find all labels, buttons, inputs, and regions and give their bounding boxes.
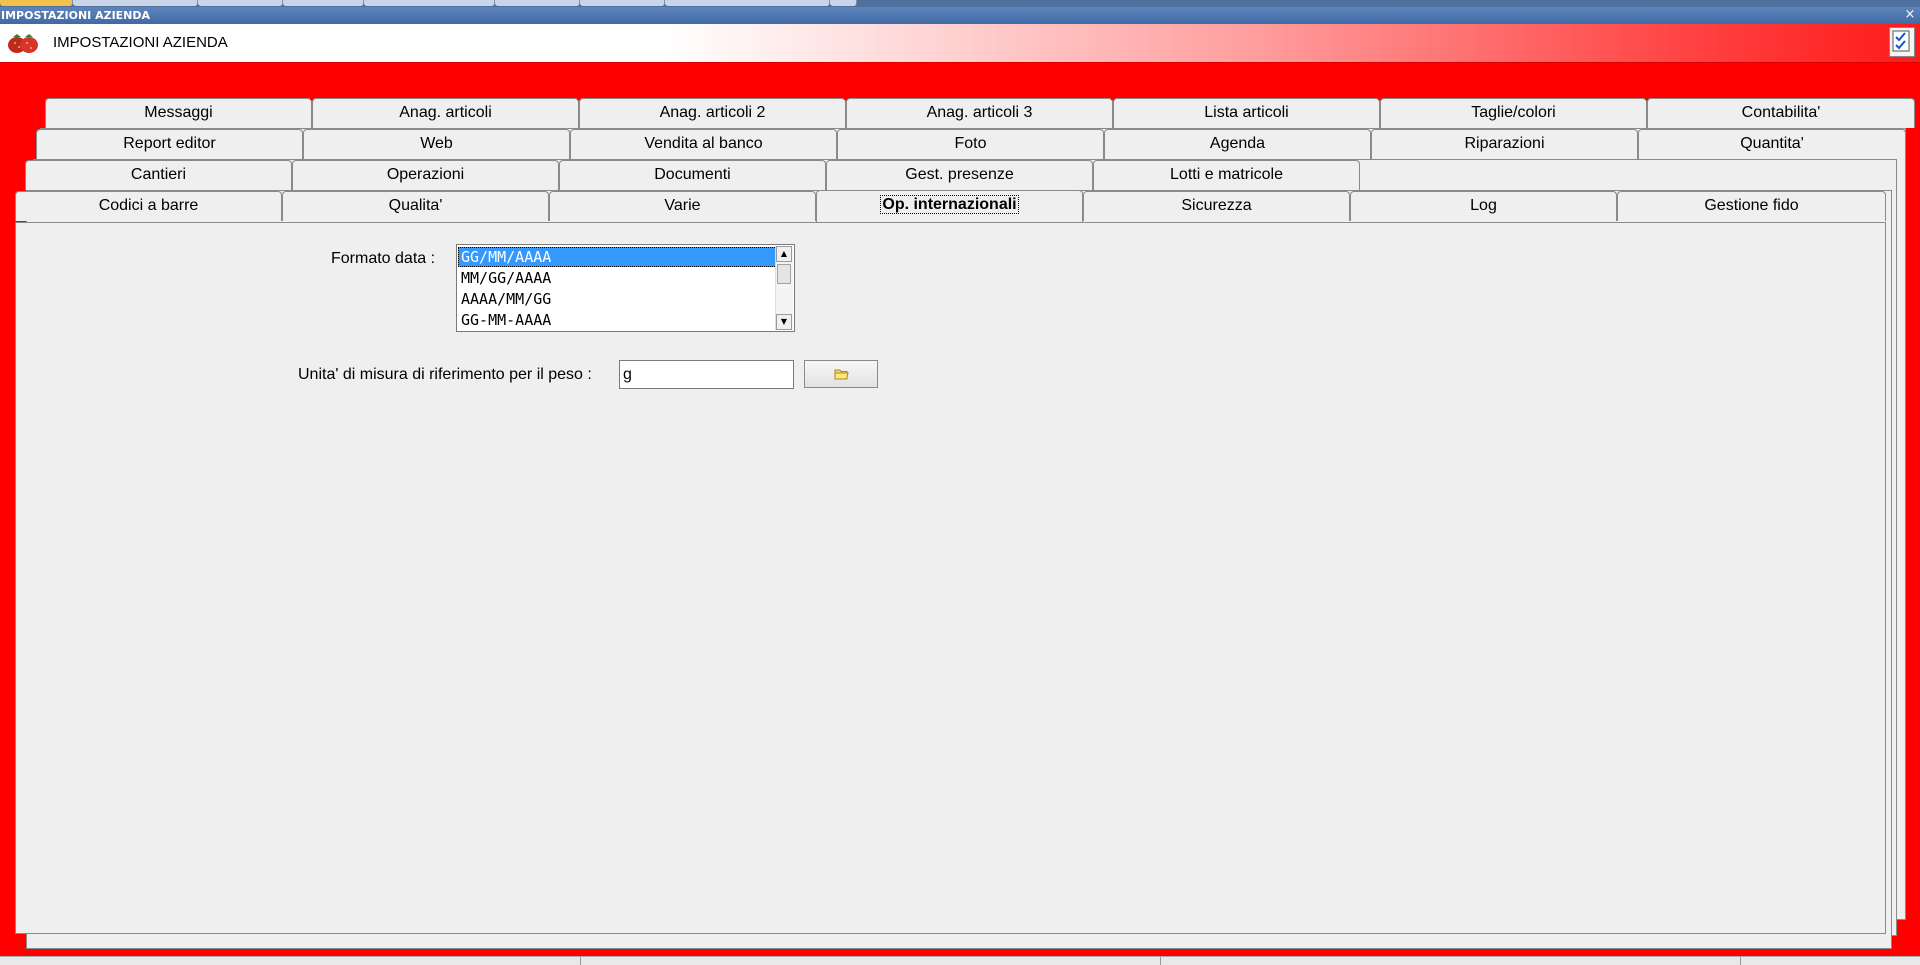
weight-unit-browse-button[interactable] — [804, 360, 878, 388]
os-tab[interactable] — [665, 0, 830, 6]
date-format-option[interactable]: GG/MM/AAAA — [458, 247, 779, 267]
close-icon[interactable]: × — [1903, 7, 1917, 23]
os-tab-strip — [0, 0, 1920, 7]
tab-codici-a-barre[interactable]: Codici a barre — [15, 191, 282, 221]
os-tab[interactable] — [580, 0, 665, 6]
tab-op-internazionali[interactable]: Op. internazionali — [816, 190, 1083, 222]
tab-gestione-fido[interactable]: Gestione fido — [1617, 191, 1886, 221]
tab-riparazioni[interactable]: Riparazioni — [1371, 129, 1638, 159]
scroll-down-icon[interactable]: ▼ — [776, 314, 792, 330]
tab-anag-articoli-2[interactable]: Anag. articoli 2 — [577, 97, 846, 128]
tab-taglie-colori[interactable]: Taglie/colori — [1378, 97, 1647, 128]
scrollbar-thumb[interactable] — [777, 264, 791, 284]
tab-agenda[interactable]: Agenda — [1104, 129, 1371, 159]
listbox-scrollbar[interactable]: ▲ ▼ — [775, 246, 793, 330]
tab-varie[interactable]: Varie — [549, 191, 816, 221]
tab-lista-articoli[interactable]: Lista articoli — [1111, 97, 1380, 128]
tab-contabilita[interactable]: Contabilita' — [1645, 97, 1915, 128]
date-format-option[interactable]: AAAA/MM/GG — [458, 289, 779, 309]
page-title: IMPOSTAZIONI AZIENDA — [53, 34, 228, 51]
window-title: IMPOSTAZIONI AZIENDA — [1, 9, 151, 22]
tab-lotti-e-matricole[interactable]: Lotti e matricole — [1093, 160, 1360, 190]
os-tab[interactable] — [198, 0, 283, 6]
tab-gest-presenze[interactable]: Gest. presenze — [826, 160, 1093, 190]
tab-log[interactable]: Log — [1350, 191, 1617, 221]
tab-vendita-al-banco[interactable]: Vendita al banco — [570, 129, 837, 159]
date-format-option[interactable]: GG-MM-AAAA — [458, 310, 779, 330]
app-header: IMPOSTAZIONI AZIENDA — [0, 24, 1920, 63]
tab-documenti[interactable]: Documenti — [559, 160, 826, 190]
tab-content-op-internazionali — [15, 222, 1886, 934]
os-tab[interactable] — [495, 0, 580, 6]
tab-qualita[interactable]: Qualita' — [282, 191, 549, 221]
date-format-listbox[interactable]: GG/MM/AAAA MM/GG/AAAA AAAA/MM/GG GG-MM-A… — [456, 244, 795, 332]
weight-unit-label: Unita' di misura di riferimento per il p… — [298, 366, 592, 383]
strawberry-icon — [8, 34, 38, 53]
os-tab[interactable] — [283, 0, 364, 6]
tab-web[interactable]: Web — [303, 129, 570, 159]
os-tab[interactable] — [0, 0, 73, 6]
weight-unit-input[interactable] — [619, 360, 794, 389]
scroll-up-icon[interactable]: ▲ — [776, 246, 792, 262]
tab-report-editor[interactable]: Report editor — [36, 129, 303, 159]
os-tab[interactable] — [364, 0, 495, 6]
tab-quantita[interactable]: Quantita' — [1638, 129, 1906, 159]
os-tab[interactable] — [73, 0, 198, 6]
tab-foto[interactable]: Foto — [837, 129, 1104, 159]
folder-icon — [834, 369, 849, 380]
tab-cantieri[interactable]: Cantieri — [25, 160, 292, 190]
os-tab[interactable] — [830, 0, 857, 6]
date-format-label: Formato data : — [331, 250, 436, 267]
tab-anag-articoli-3[interactable]: Anag. articoli 3 — [844, 97, 1113, 128]
checklist-icon[interactable] — [1889, 27, 1915, 57]
window-title-bar: IMPOSTAZIONI AZIENDA × — [0, 7, 1920, 24]
tab-anag-articoli[interactable]: Anag. articoli — [310, 97, 579, 128]
date-format-option[interactable]: MM/GG/AAAA — [458, 268, 779, 288]
tab-messaggi[interactable]: Messaggi — [45, 98, 312, 128]
tab-sicurezza[interactable]: Sicurezza — [1083, 191, 1350, 221]
tab-operazioni[interactable]: Operazioni — [292, 160, 559, 190]
